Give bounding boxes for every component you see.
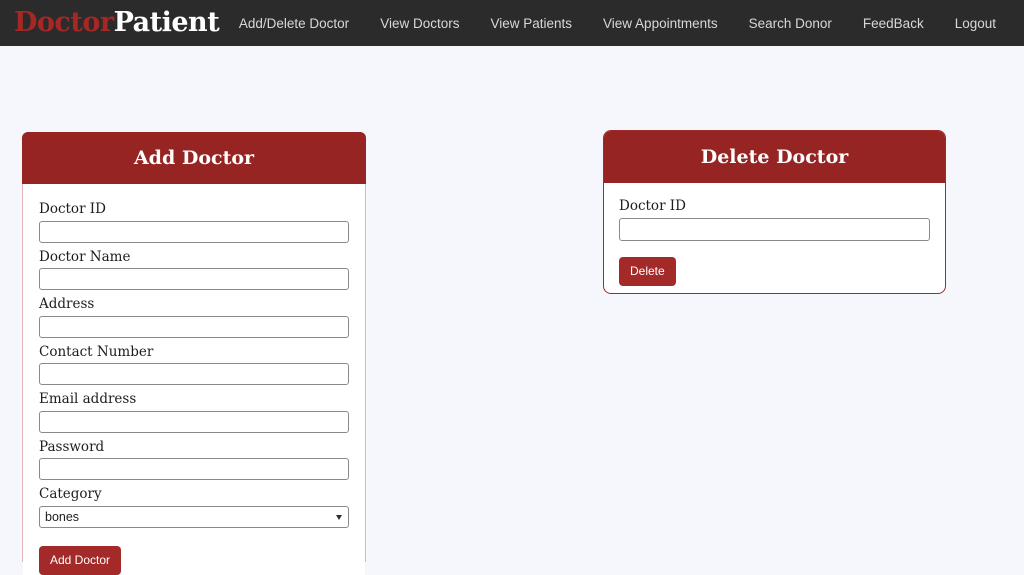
add-doctor-form: Doctor ID Doctor Name Address Contact Nu…	[23, 184, 365, 575]
top-navbar: DoctorPatient Add/Delete Doctor View Doc…	[0, 0, 1024, 46]
page-content: Add Doctor Doctor ID Doctor Name Address…	[0, 46, 1024, 575]
brand-logo-doctor: Doctor	[14, 6, 114, 38]
nav-link-view-doctors[interactable]: View Doctors	[380, 16, 459, 31]
field-email-address: Email address	[39, 392, 349, 433]
input-address[interactable]	[39, 315, 349, 338]
field-password: Password	[39, 438, 349, 481]
delete-doctor-card-title: Delete Doctor	[604, 131, 945, 183]
nav-link-feedback[interactable]: FeedBack	[863, 16, 924, 31]
input-doctor-id[interactable]	[39, 220, 349, 243]
delete-doctor-card: Delete Doctor Doctor ID Delete	[603, 130, 946, 294]
brand-logo-patient: Patient	[113, 6, 220, 38]
field-category: Category bones	[39, 487, 349, 528]
delete-doctor-form: Doctor ID Delete	[604, 183, 945, 286]
delete-doctor-button[interactable]: Delete	[619, 256, 676, 286]
nav-links: Add/Delete Doctor View Doctors View Pati…	[239, 16, 996, 31]
brand-logo[interactable]: DoctorPatient	[14, 6, 220, 38]
label-doctor-name: Doctor Name	[39, 248, 131, 265]
field-delete-doctor-id: Doctor ID	[619, 198, 930, 241]
label-email-address: Email address	[39, 391, 137, 408]
nav-link-view-patients[interactable]: View Patients	[490, 16, 572, 31]
nav-link-view-appointments[interactable]: View Appointments	[603, 16, 718, 31]
label-address: Address	[39, 296, 95, 313]
field-doctor-name: Doctor Name	[39, 248, 349, 291]
add-doctor-card: Add Doctor Doctor ID Doctor Name Address…	[22, 132, 366, 575]
nav-link-logout[interactable]: Logout	[955, 16, 996, 31]
label-password: Password	[39, 438, 105, 455]
add-doctor-card-title: Add Doctor	[22, 132, 366, 184]
field-address: Address	[39, 297, 349, 338]
field-doctor-id: Doctor ID	[39, 201, 349, 243]
label-doctor-id: Doctor ID	[39, 201, 106, 217]
input-email-address[interactable]	[39, 410, 349, 433]
label-delete-doctor-id: Doctor ID	[619, 198, 686, 214]
field-contact-number: Contact Number	[39, 343, 349, 386]
input-password[interactable]	[39, 458, 349, 481]
input-delete-doctor-id[interactable]	[619, 217, 930, 241]
nav-link-search-donor[interactable]: Search Donor	[749, 16, 832, 31]
label-contact-number: Contact Number	[39, 343, 154, 360]
nav-link-add-delete-doctor[interactable]: Add/Delete Doctor	[239, 16, 349, 31]
label-category: Category	[39, 486, 102, 503]
add-doctor-button[interactable]: Add Doctor	[39, 545, 122, 575]
input-contact-number[interactable]	[39, 363, 349, 386]
select-category[interactable]: bones	[39, 505, 349, 528]
category-select-wrapper[interactable]: bones	[39, 505, 349, 528]
input-doctor-name[interactable]	[39, 268, 349, 291]
